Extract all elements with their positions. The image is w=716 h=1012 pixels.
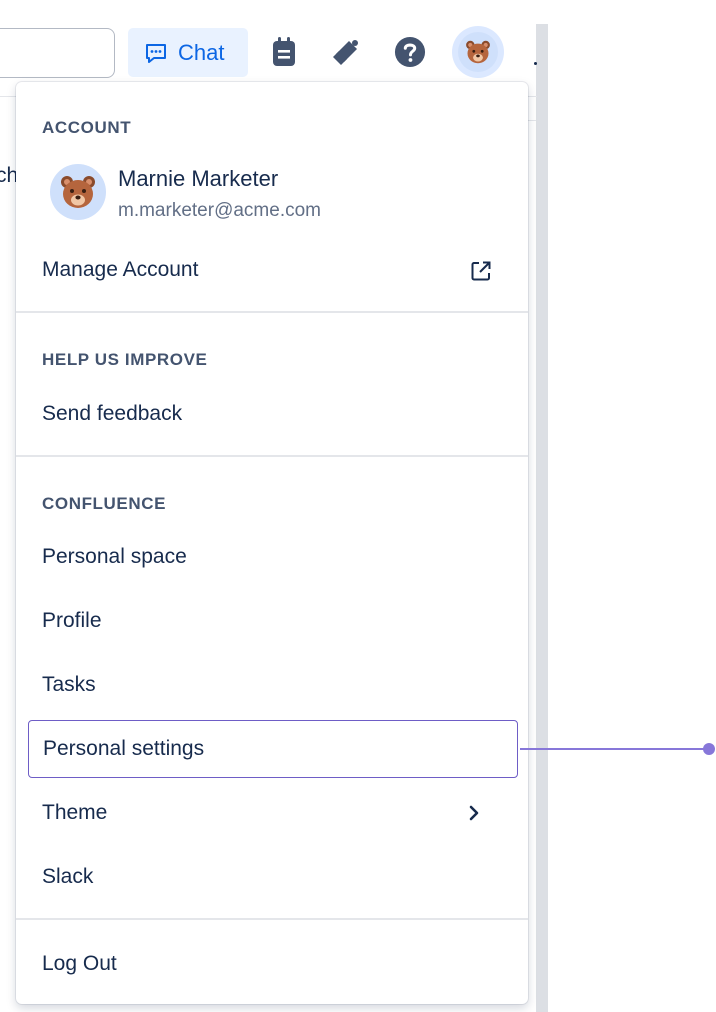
app-window-edge	[536, 24, 548, 1012]
menu-divider	[16, 455, 528, 457]
user-avatar	[50, 164, 106, 220]
chat-label: Chat	[178, 39, 225, 65]
theme-label: Theme	[42, 801, 108, 824]
avatar-button[interactable]	[452, 26, 504, 78]
confluence-heading: CONFLUENCE	[42, 494, 167, 513]
account-menu: ACCOUNT Marnie Marketer m.marketer@acme.…	[16, 82, 528, 1004]
slack-label: Slack	[42, 865, 94, 888]
slack-item[interactable]: Slack	[28, 849, 518, 905]
bear-icon	[466, 40, 490, 64]
notepad-icon[interactable]	[268, 34, 300, 70]
chat-icon	[146, 43, 166, 63]
logout-label: Log Out	[42, 952, 117, 975]
personal-settings-item[interactable]: Personal settings	[28, 720, 518, 778]
theme-item[interactable]: Theme	[28, 785, 518, 841]
bear-icon	[61, 176, 95, 208]
menu-divider	[16, 918, 528, 920]
send-feedback-label: Send feedback	[42, 402, 183, 425]
external-link-icon	[470, 260, 492, 288]
manage-account-label: Manage Account	[42, 258, 199, 281]
search-input[interactable]	[0, 28, 115, 78]
tasks-label: Tasks	[42, 673, 96, 696]
menu-divider	[16, 311, 528, 313]
callout-line	[520, 748, 708, 750]
send-feedback-item[interactable]: Send feedback	[28, 386, 518, 442]
avatar	[458, 32, 498, 72]
profile-label: Profile	[42, 609, 102, 632]
account-heading: ACCOUNT	[42, 118, 132, 137]
help-heading: HELP US IMPROVE	[42, 350, 208, 369]
chevron-right-icon	[468, 804, 480, 828]
callout-dot	[703, 743, 715, 755]
personal-space-label: Personal space	[42, 545, 187, 568]
tasks-item[interactable]: Tasks	[28, 657, 518, 713]
logout-item[interactable]: Log Out	[28, 936, 518, 992]
personal-space-item[interactable]: Personal space	[28, 529, 518, 585]
personal-settings-label: Personal settings	[43, 737, 205, 760]
user-email: m.marketer@acme.com	[118, 200, 321, 221]
manage-account-item[interactable]: Manage Account	[28, 242, 518, 298]
help-icon[interactable]	[394, 34, 426, 70]
overflow-dot	[534, 62, 537, 65]
chat-button[interactable]: Chat	[128, 28, 248, 77]
user-name: Marnie Marketer	[118, 166, 279, 191]
megaphone-icon[interactable]	[330, 34, 362, 70]
profile-item[interactable]: Profile	[28, 593, 518, 649]
